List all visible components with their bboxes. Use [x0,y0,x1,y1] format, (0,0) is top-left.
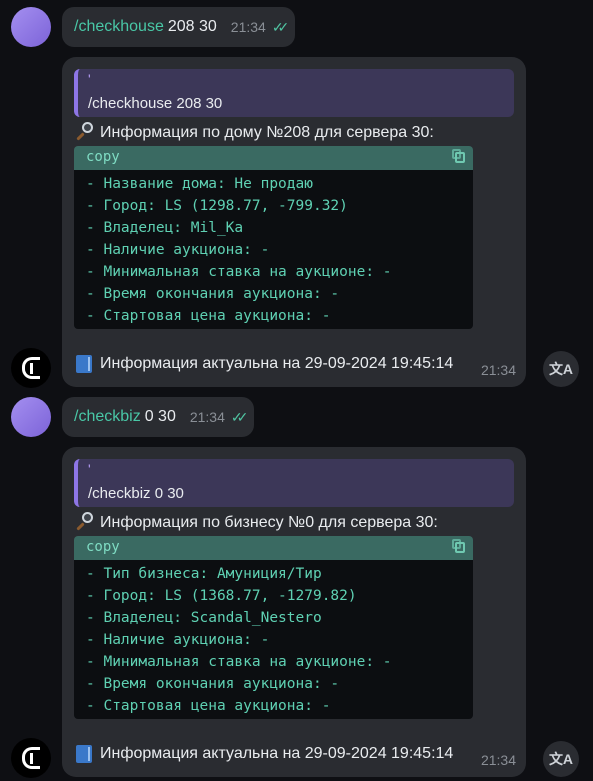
code-line: - Город: LS (1298.77, -799.32) [86,198,348,214]
command-link[interactable]: /checkbiz [74,408,141,426]
quoted-command: /checkhouse 208 30 [88,95,223,112]
code-line: - Время окончания аукциона: - [86,676,340,692]
code-line: - Время окончания аукциона: - [86,286,340,302]
quoted-command: /checkbiz 0 30 [88,485,184,502]
code-block[interactable]: copy - Название дома: Не продаю - Город:… [74,146,473,329]
outgoing-message[interactable]: /checkhouse 208 30 21:34 ✓✓ [62,7,296,47]
code-line: - Стартовая цена аукциона: - [86,698,331,714]
message-time: 21:34 [480,362,516,378]
quote-mark: ' [88,71,91,87]
translate-icon: 文A [548,361,574,377]
bot-reply-message[interactable]: ' /checkhouse 208 30 Информация по дому … [62,57,526,387]
command-args: 0 30 [144,408,176,425]
bot-avatar[interactable] [11,348,51,388]
translate-button[interactable]: 文A [543,351,579,387]
info-heading: Информация по дому №208 для сервера 30: [74,121,434,142]
code-line: - Владелец: Mil_Ka [86,220,244,236]
outgoing-message[interactable]: /checkbiz 0 30 21:34 ✓✓ [62,397,255,437]
bot-logo-icon [22,357,40,379]
quote-mark: ' [88,461,91,477]
double-check-icon: ✓✓ [271,18,290,35]
message-time: 21:34 [480,752,516,768]
code-line: - Владелец: Scandal_Nestero [86,610,322,626]
code-line: - Минимальная ставка на аукционе: - [86,654,392,670]
message-time: 21:34 [230,19,266,35]
translate-icon: 文A [548,751,574,767]
code-body: - Тип бизнеса: Амуниция/Тир - Город: LS … [74,560,473,719]
code-line: - Наличие аукциона: - [86,632,270,648]
magnifier-icon [74,121,94,141]
user-avatar[interactable] [11,7,51,47]
magnifier-icon [74,511,94,531]
code-block-header[interactable]: copy [74,146,473,170]
info-heading: Информация по бизнесу №0 для сервера 30: [74,511,438,532]
reply-quote[interactable]: ' /checkhouse 208 30 [74,69,514,117]
code-block[interactable]: copy - Тип бизнеса: Амуниция/Тир - Город… [74,536,473,719]
blue-book-icon [76,355,92,373]
reply-quote[interactable]: ' /checkbiz 0 30 [74,459,514,507]
code-line: - Стартовая цена аукциона: - [86,308,331,324]
footer-info: Информация актуальна на 29-09-2024 19:45… [76,745,453,763]
double-check-icon: ✓✓ [230,408,249,425]
command-link[interactable]: /checkhouse [74,18,164,36]
blue-book-icon [76,745,92,763]
code-line: - Наличие аукциона: - [86,242,270,258]
code-line: - Название дома: Не продаю [86,176,313,192]
command-args: 208 30 [167,18,217,35]
user-avatar[interactable] [11,397,51,437]
bot-avatar[interactable] [11,738,51,778]
copy-label[interactable]: copy [86,539,120,555]
code-body: - Название дома: Не продаю - Город: LS (… [74,170,473,329]
translate-button[interactable]: 文A [543,741,579,777]
footer-info: Информация актуальна на 29-09-2024 19:45… [76,355,453,373]
code-block-header[interactable]: copy [74,536,473,560]
message-time: 21:34 [189,409,225,425]
code-line: - Тип бизнеса: Амуниция/Тир [86,566,322,582]
copy-icon[interactable] [452,539,465,553]
copy-icon[interactable] [452,149,465,163]
code-line: - Минимальная ставка на аукционе: - [86,264,392,280]
bot-logo-icon [22,747,40,769]
copy-label[interactable]: copy [86,149,120,165]
code-line: - Город: LS (1368.77, -1279.82) [86,588,357,604]
bot-reply-message[interactable]: ' /checkbiz 0 30 Информация по бизнесу №… [62,447,526,777]
